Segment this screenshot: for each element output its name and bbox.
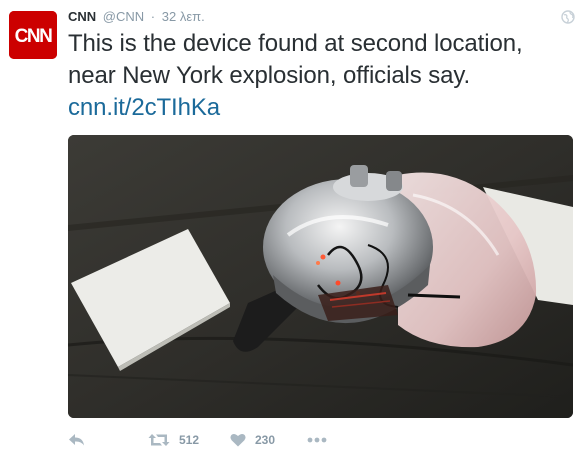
- author-name[interactable]: CNN: [68, 9, 96, 24]
- tweet-link[interactable]: cnn.it/2cTIhKa: [68, 94, 220, 121]
- pressure-cooker-photo: [68, 135, 573, 418]
- reply-button[interactable]: [68, 428, 86, 452]
- tweet-card: CNN CNN @CNN · 32 λεπ. This is the devic…: [0, 0, 586, 459]
- cnn-logo-icon: CNN: [9, 11, 57, 59]
- tweet-photo[interactable]: [68, 135, 573, 418]
- like-button[interactable]: 230: [230, 428, 275, 452]
- like-count: 230: [255, 433, 276, 447]
- retweet-icon: [148, 434, 170, 446]
- tweet-actions: 512 230: [68, 428, 573, 452]
- tweet-body: This is the device found at second locat…: [68, 30, 523, 89]
- more-button[interactable]: [307, 428, 327, 452]
- retweet-count: 512: [179, 433, 200, 447]
- tweet-text: This is the device found at second locat…: [68, 28, 573, 124]
- more-dots-icon: [307, 437, 327, 443]
- retweet-button[interactable]: 512: [148, 428, 199, 452]
- reply-icon: [69, 434, 84, 446]
- globe-icon: [561, 10, 575, 24]
- tweet-timestamp[interactable]: 32 λεπ.: [162, 9, 205, 24]
- heart-icon: [230, 434, 246, 447]
- author-handle[interactable]: @CNN: [103, 9, 144, 24]
- avatar[interactable]: CNN: [9, 11, 57, 59]
- avatar-logo-text: CNN: [15, 26, 52, 47]
- header-separator: ·: [150, 9, 156, 24]
- tweet-header: CNN @CNN · 32 λεπ.: [68, 9, 205, 25]
